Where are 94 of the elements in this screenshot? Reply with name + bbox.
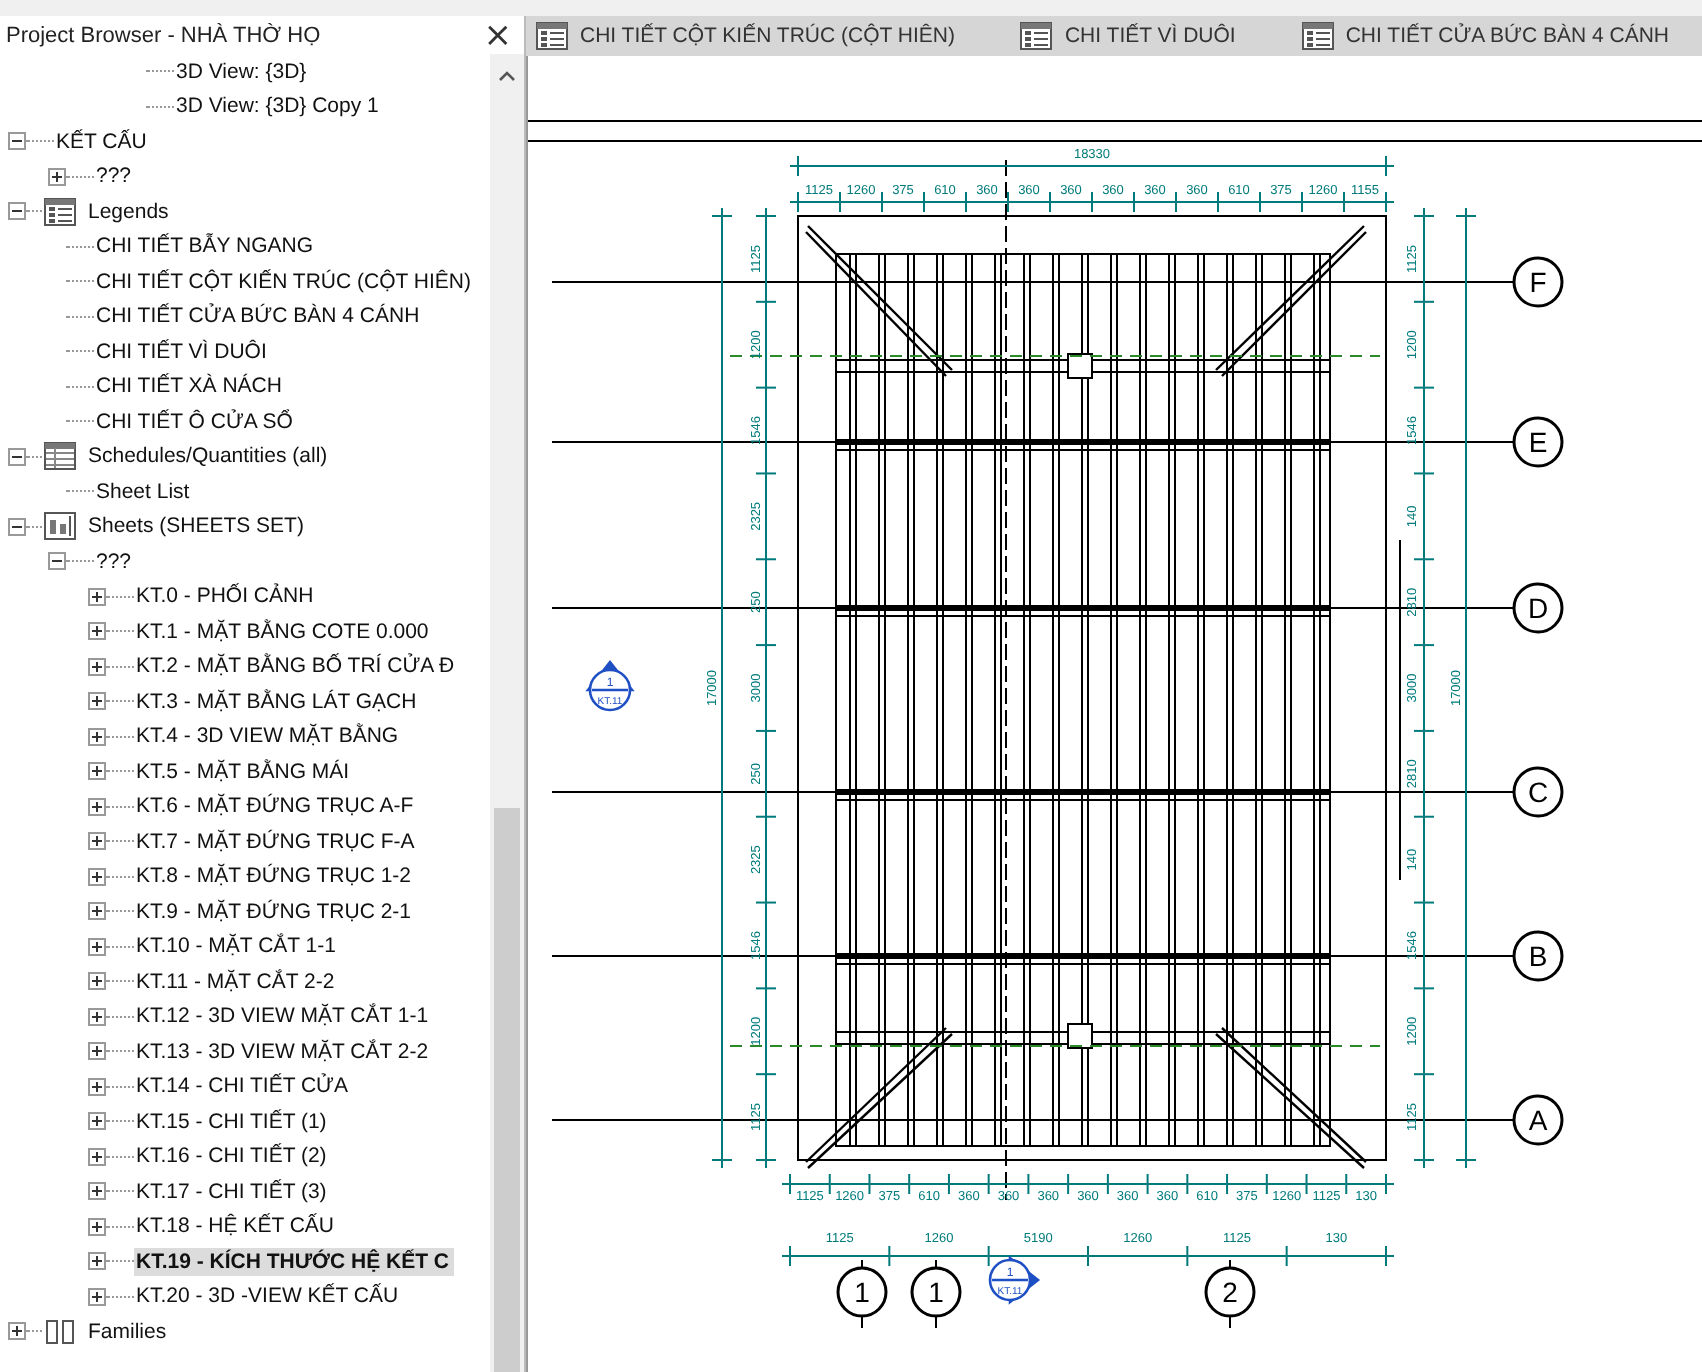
tree-item[interactable]: ??? xyxy=(94,162,136,191)
grid-bubble xyxy=(1512,416,1564,468)
grid-label: F xyxy=(1529,266,1547,298)
tree-item[interactable]: KT.13 - 3D VIEW MẶT CẮT 2-2 xyxy=(134,1037,433,1066)
grid-bubble xyxy=(1512,256,1564,308)
tree-item[interactable]: KT.8 - MẶT ĐỨNG TRỤC 1-2 xyxy=(134,862,416,891)
expand-icon[interactable] xyxy=(48,167,66,186)
tree-item[interactable]: CHI TIẾT CỬA BỨC BÀN 4 CÁNH xyxy=(94,302,424,331)
expand-icon[interactable] xyxy=(88,587,106,606)
sheet-icon xyxy=(44,512,76,541)
tree-item[interactable]: KT.7 - MẶT ĐỨNG TRỤC F-A xyxy=(134,827,419,856)
tree-item[interactable]: KT.0 - PHỐI CẢNH xyxy=(134,582,318,611)
tree-item[interactable]: Schedules/Quantities (all) xyxy=(86,442,332,471)
scrollbar[interactable] xyxy=(490,54,524,1372)
tree-item[interactable]: CHI TIẾT Ô CỬA SỔ xyxy=(94,407,297,436)
list-icon xyxy=(1301,22,1334,50)
family-icon xyxy=(44,1317,76,1346)
expand-icon[interactable] xyxy=(88,1112,106,1131)
expand-icon[interactable] xyxy=(88,1182,106,1201)
grid-label: 1 xyxy=(854,1276,870,1308)
grid-label: C xyxy=(1527,776,1549,808)
expand-icon[interactable] xyxy=(88,972,106,991)
tree-item[interactable]: KT.10 - MẶT CẮT 1-1 xyxy=(134,932,340,961)
list-icon xyxy=(44,197,76,226)
grid-label: B xyxy=(1528,940,1548,972)
collapse-icon[interactable] xyxy=(8,132,26,151)
tree-item[interactable]: CHI TIẾT BẪY NGANG xyxy=(94,232,318,261)
tree-item[interactable]: KT.6 - MẶT ĐỨNG TRỤC A-F xyxy=(134,792,418,821)
expand-icon[interactable] xyxy=(88,692,106,711)
grid-bubble xyxy=(1512,1094,1564,1146)
grid-label: E xyxy=(1528,426,1548,458)
collapse-icon[interactable] xyxy=(48,552,66,571)
list-icon xyxy=(536,22,568,50)
expand-icon[interactable] xyxy=(88,1217,106,1236)
tree-item[interactable]: KT.17 - CHI TIẾT (3) xyxy=(134,1177,331,1206)
tree-item[interactable]: KT.3 - MẶT BẰNG LÁT GẠCH xyxy=(134,687,421,716)
tree-item[interactable]: KT.4 - 3D VIEW MẶT BẰNG xyxy=(134,722,403,751)
tree-item[interactable]: KT.14 - CHI TIẾT CỬA xyxy=(134,1072,353,1101)
tree-item[interactable]: ??? xyxy=(94,547,136,576)
grid-label: 1 xyxy=(928,1276,944,1308)
expand-icon[interactable] xyxy=(88,937,106,956)
expand-icon[interactable] xyxy=(88,867,106,886)
grid-label: A xyxy=(1528,1104,1548,1136)
tree-item[interactable]: Families xyxy=(86,1317,171,1346)
tree-item[interactable]: KT.19 - KÍCH THƯỚC HỆ KẾT C xyxy=(134,1247,454,1276)
table-icon xyxy=(44,442,76,471)
expand-icon[interactable] xyxy=(88,902,106,921)
tree-item[interactable]: KT.2 - MẶT BẰNG BỐ TRÍ CỬA Đ xyxy=(134,652,459,681)
tree-item[interactable]: KT.18 - HỆ KẾT CẤU xyxy=(134,1212,339,1241)
scrollbar-thumb[interactable] xyxy=(494,808,520,1372)
tree-item[interactable]: KT.1 - MẶT BẰNG COTE 0.000 xyxy=(134,617,433,646)
expand-icon[interactable] xyxy=(88,727,106,746)
tree-item[interactable]: 3D View: {3D} Copy 1 xyxy=(174,92,383,121)
expand-icon[interactable] xyxy=(88,797,106,816)
section-marker xyxy=(585,659,635,712)
tree-item[interactable]: Sheet List xyxy=(94,477,194,506)
tree-item[interactable]: CHI TIẾT CỘT KIẾN TRÚC (CỘT HIÊN) xyxy=(94,267,475,296)
list-icon xyxy=(1020,22,1053,50)
section-marker xyxy=(988,1255,1041,1305)
grid-label: D xyxy=(1527,592,1549,624)
close-button[interactable]: × xyxy=(479,19,516,51)
expand-icon[interactable] xyxy=(88,1042,106,1061)
tree-item[interactable]: KT.9 - MẶT ĐỨNG TRỤC 2-1 xyxy=(134,897,416,926)
grid-bubble xyxy=(1512,766,1564,818)
panel-title: Project Browser - NHÀ THỜ HỌ xyxy=(6,23,321,47)
collapse-icon[interactable] xyxy=(8,202,26,221)
expand-icon[interactable] xyxy=(8,1322,26,1341)
expand-icon[interactable] xyxy=(88,1007,106,1026)
tree-item[interactable]: KT.20 - 3D -VIEW KẾT CẤU xyxy=(134,1282,403,1311)
expand-icon[interactable] xyxy=(88,1147,106,1166)
expand-icon[interactable] xyxy=(88,1077,106,1096)
tree-item[interactable]: CHI TIẾT VÌ DUÔI xyxy=(94,337,271,366)
collapse-icon[interactable] xyxy=(8,517,26,536)
tree-item[interactable]: KT.15 - CHI TIẾT (1) xyxy=(134,1107,331,1136)
grid-bubble xyxy=(1512,582,1564,634)
grid-bubble xyxy=(1512,930,1564,982)
collapse-icon[interactable] xyxy=(8,447,26,466)
expand-icon[interactable] xyxy=(88,832,106,851)
scroll-up-icon[interactable] xyxy=(498,70,516,82)
tree-item[interactable]: KẾT CẤU xyxy=(54,127,151,156)
tree-item[interactable]: 3D View: {3D} xyxy=(174,57,311,86)
tree-item[interactable]: CHI TIẾT XÀ NÁCH xyxy=(94,372,286,401)
tree-item[interactable]: KT.11 - MẶT CẮT 2-2 xyxy=(134,967,339,996)
expand-icon[interactable] xyxy=(88,657,106,676)
tree-item[interactable]: KT.5 - MẶT BẰNG MÁI xyxy=(134,757,354,786)
expand-icon[interactable] xyxy=(88,762,106,781)
grid-label: 2 xyxy=(1222,1276,1238,1308)
tree-item[interactable]: KT.12 - 3D VIEW MẶT CẮT 1-1 xyxy=(134,1002,433,1031)
expand-icon[interactable] xyxy=(88,1287,106,1306)
expand-icon[interactable] xyxy=(88,1252,106,1271)
tree-item[interactable]: Sheets (SHEETS SET) xyxy=(86,512,308,541)
tree-item[interactable]: KT.16 - CHI TIẾT (2) xyxy=(134,1142,331,1171)
tree-item[interactable]: Legends xyxy=(86,197,173,226)
expand-icon[interactable] xyxy=(88,622,106,641)
